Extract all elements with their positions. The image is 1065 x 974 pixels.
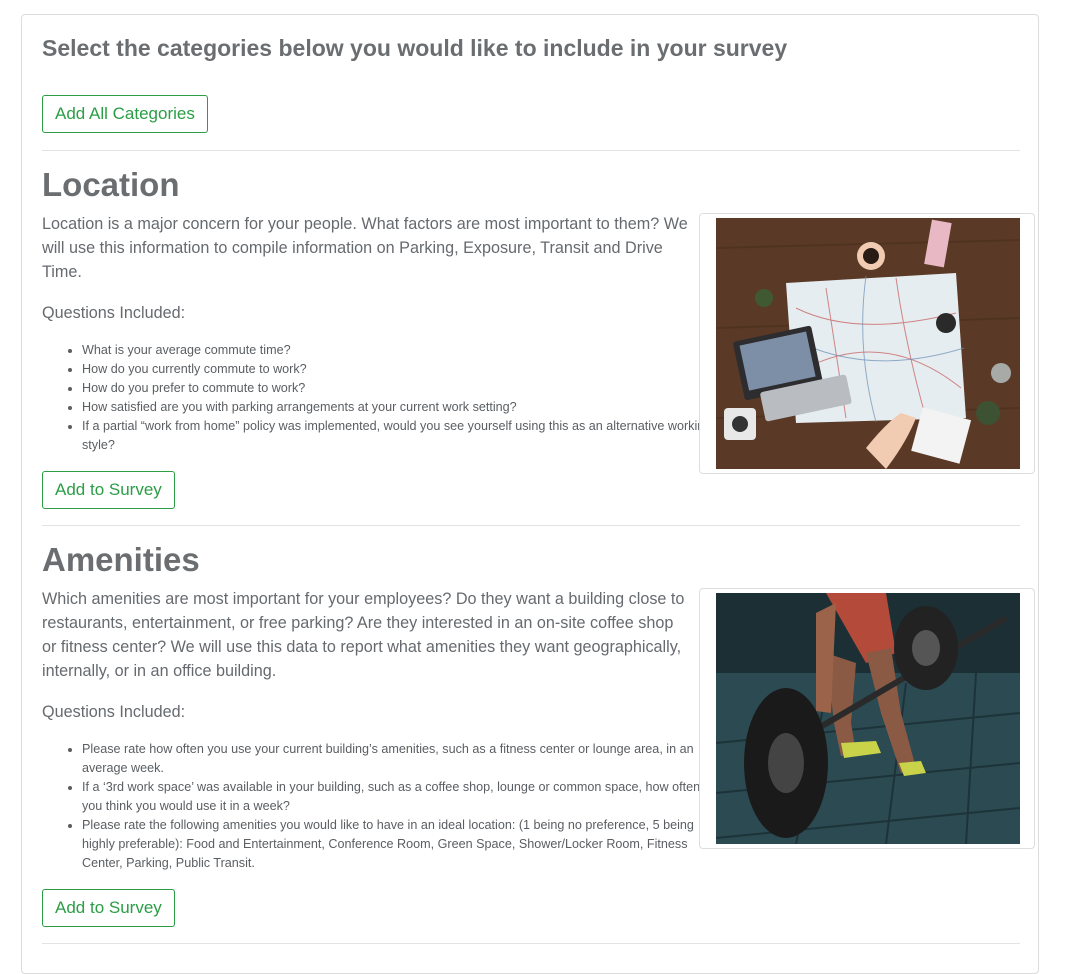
location-image-frame (699, 213, 1035, 474)
add-to-survey-button-location[interactable]: Add to Survey (42, 471, 175, 509)
list-item: Please rate the following amenities you … (82, 816, 722, 873)
section-description-location: Location is a major concern for your peo… (42, 215, 688, 281)
questions-label: Questions Included: (42, 703, 186, 721)
question-list-location: What is your average commute time? How d… (42, 341, 722, 455)
list-item: What is your average commute time? (82, 341, 722, 360)
add-to-survey-button-amenities[interactable]: Add to Survey (42, 889, 175, 927)
list-item: If a partial “work from home” policy was… (82, 417, 722, 455)
add-all-categories-button[interactable]: Add All Categories (42, 95, 208, 133)
list-item: How satisfied are you with parking arran… (82, 398, 722, 417)
divider (42, 150, 1020, 151)
question-list-amenities: Please rate how often you use your curre… (42, 740, 722, 873)
list-item: How do you currently commute to work? (82, 360, 722, 379)
divider (42, 943, 1020, 944)
map-photo (716, 218, 1020, 469)
survey-category-card: Select the categories below you would li… (21, 14, 1039, 974)
questions-label: Questions Included: (42, 304, 186, 322)
list-item: How do you prefer to commute to work? (82, 379, 722, 398)
section-title-location: Location (42, 166, 180, 203)
amenities-image-frame (699, 588, 1035, 849)
divider (42, 525, 1020, 526)
section-title-amenities: Amenities (42, 541, 200, 578)
section-description-amenities: Which amenities are most important for y… (42, 590, 685, 680)
weightlifting-photo (716, 593, 1020, 844)
list-item: If a ‘3rd work space’ was available in y… (82, 778, 722, 816)
page-title: Select the categories below you would li… (42, 35, 788, 61)
list-item: Please rate how often you use your curre… (82, 740, 722, 778)
